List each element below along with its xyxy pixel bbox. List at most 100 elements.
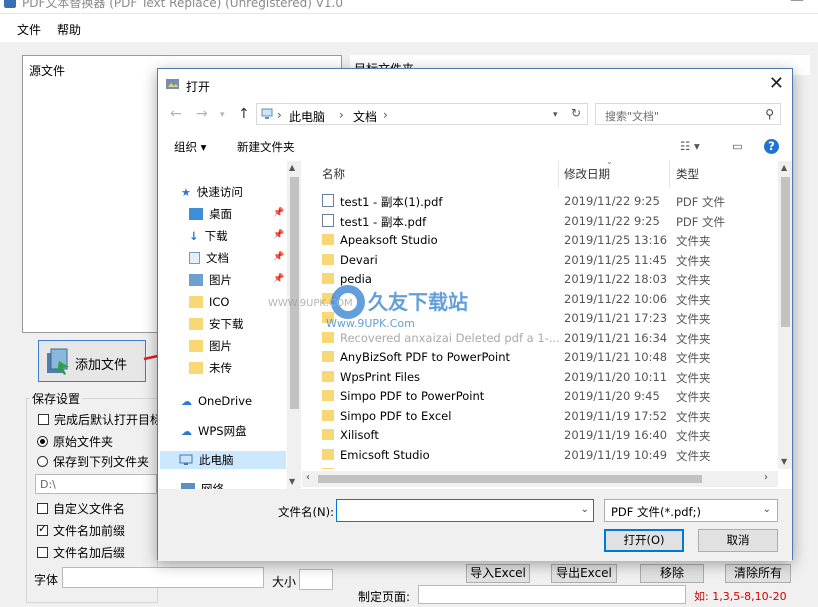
nav-pictures-folder[interactable]: 图片 [189,337,232,355]
save-settings-legend: 保存设置 [30,390,83,407]
column-separator[interactable] [558,161,559,187]
column-date[interactable]: 修改日期 [564,166,610,182]
import-excel-button[interactable]: 导入Excel [466,564,530,583]
file-row[interactable]: Simpo PDF to Excel 2019/11/19 17:52 文件夹 [302,406,778,426]
scroll-down-icon[interactable]: ▼ [781,457,787,466]
page-range-input[interactable] [418,585,686,604]
font-input[interactable] [62,567,264,588]
scroll-up-icon[interactable]: ▲ [781,163,787,172]
refresh-icon[interactable]: ↻ [571,106,581,120]
size-label: 大小 [272,575,297,589]
file-row[interactable]: Xilisoft 2019/11/19 16:40 文件夹 [302,425,778,445]
checkbox-box[interactable] [37,547,48,558]
forward-icon[interactable]: → [196,106,208,122]
pin-icon[interactable]: 📌 [273,208,284,218]
add-file-button[interactable]: 添加文件 [38,340,146,382]
chevron-down-icon[interactable]: ⌄ [581,504,589,515]
file-date: 2019/11/21 17:23 [564,311,668,325]
nav-this-pc[interactable]: 此电脑 [160,451,286,469]
minimize-icon[interactable]: — [790,0,804,8]
organize-menu[interactable]: 组织 ▾ [174,139,206,155]
nav-anxiazai[interactable]: 安下载 [189,315,244,333]
search-box[interactable]: 搜索"文档" ⚲ [595,103,781,125]
preview-pane-icon[interactable]: ▭ [732,139,743,153]
file-type: 文件夹 [676,292,711,307]
scroll-up-icon[interactable]: ▲ [289,163,295,172]
search-placeholder: 搜索"文档" [605,110,660,123]
radio-dot[interactable] [37,456,48,467]
nav-downloads[interactable]: ↓ 下载 [189,227,228,245]
scroll-down-icon[interactable]: ▼ [289,477,295,486]
scroll-thumb[interactable] [781,177,790,327]
file-row[interactable]: Apeaksoft Studio 2019/11/25 13:16 文件夹 [302,230,778,250]
file-row[interactable]: Atomic Scribbler 2019/11/19 17:17 文件夹 [302,464,778,469]
horizontal-scrollbar[interactable]: ‹ › [302,471,778,487]
add-file-icon [47,348,69,375]
file-row[interactable]: test1 - 副本(1).pdf 2019/11/22 9:25 PDF 文件 [302,191,778,211]
nav-pictures[interactable]: 图片 [189,271,232,289]
custom-filename-checkbox[interactable]: 自定义文件名 [37,500,125,517]
output-path-field[interactable]: D:\ [35,474,157,494]
scroll-right-icon[interactable]: › [764,472,768,483]
nav-network[interactable]: 网络 [181,480,224,489]
menu-help[interactable]: 帮助 [57,21,81,38]
back-icon[interactable]: ← [170,106,182,122]
breadcrumb-documents[interactable]: 文档 [353,108,377,125]
file-list-scrollbar[interactable]: ▲ ▼ [778,161,792,469]
clear-all-button[interactable]: 清除所有 [725,564,791,583]
nav-desktop[interactable]: 桌面 [189,205,232,223]
file-row[interactable]: WpsPrint Files 2019/11/20 10:11 文件夹 [302,367,778,387]
file-row[interactable]: Devari 2019/11/25 11:45 文件夹 [302,250,778,270]
menu-bar: 文件 帮助 [0,14,818,42]
breadcrumb-this-pc[interactable]: 此电脑 [289,108,325,125]
add-prefix-checkbox[interactable]: 文件名加前缀 [37,522,125,539]
nav-ico[interactable]: ICO [189,293,229,311]
remove-button[interactable]: 移除 [640,564,704,583]
export-excel-button[interactable]: 导出Excel [551,564,617,583]
open-button[interactable]: 打开(O) [604,529,684,552]
address-bar[interactable]: › 此电脑 › 文档 › ▾ ↻ [256,103,588,125]
open-after-checkbox[interactable]: 完成后默认打开目标 [38,411,162,428]
checkbox-box[interactable] [38,414,49,425]
filename-input[interactable]: ⌄ [336,499,594,522]
nav-onedrive[interactable]: ☁ OneDrive [181,392,252,410]
add-suffix-checkbox[interactable]: 文件名加后缀 [37,544,125,561]
file-type-select[interactable]: PDF 文件(*.pdf;) ⌄ [604,499,778,522]
nav-quick-access[interactable]: ★ 快速访问 [181,183,243,201]
menu-file[interactable]: 文件 [17,21,41,38]
file-row[interactable]: Emicsoft Studio 2019/11/19 10:49 文件夹 [302,445,778,465]
pin-icon[interactable]: 📌 [273,252,284,262]
column-type[interactable]: 类型 [676,166,699,182]
watermark-url-left: WWW.9UPK.COM [268,298,353,309]
radio-dot[interactable] [37,436,48,447]
search-icon[interactable]: ⚲ [765,107,774,121]
nav-documents[interactable]: 文档 [189,249,229,267]
view-options-icon[interactable]: ☷ ▾ [680,139,700,153]
close-icon[interactable]: ✕ [769,73,784,94]
help-icon[interactable]: ? [764,139,779,154]
checkbox-box[interactable] [37,503,48,514]
star-icon: ★ [181,185,191,199]
size-input[interactable] [299,569,333,590]
column-separator[interactable] [669,161,670,187]
column-name[interactable]: 名称 [322,166,345,182]
pin-icon[interactable]: 📌 [273,230,284,240]
nav-wps-drive[interactable]: ☁ WPS网盘 [181,422,247,440]
folder-icon [322,429,334,440]
up-icon[interactable]: ↑ [238,106,250,122]
scroll-left-icon[interactable]: ‹ [306,472,310,483]
scroll-thumb[interactable] [318,475,702,483]
save-to-folder-radio[interactable]: 保存到下列文件夹 [37,453,149,470]
file-row[interactable]: Simpo PDF to PowerPoint 2019/11/20 9:45 文件… [302,386,778,406]
file-row[interactable]: Recovered anxaizai Deleted pdf a 1-... 20… [302,328,778,348]
original-folder-radio[interactable]: 原始文件夹 [37,433,113,450]
checkbox-box[interactable] [37,522,48,536]
file-row[interactable]: test1 - 副本.pdf 2019/11/22 9:25 PDF 文件 [302,211,778,231]
recent-chevron-icon[interactable]: ▾ [220,110,225,120]
address-dropdown-icon[interactable]: ▾ [553,110,558,120]
chevron-down-icon[interactable]: ⌄ [763,504,771,515]
cancel-button[interactable]: 取消 [698,529,778,552]
file-row[interactable]: AnyBizSoft PDF to PowerPoint 2019/11/21 1… [302,347,778,367]
nav-untransferred[interactable]: 未传 [189,359,232,377]
new-folder-button[interactable]: 新建文件夹 [237,139,295,155]
